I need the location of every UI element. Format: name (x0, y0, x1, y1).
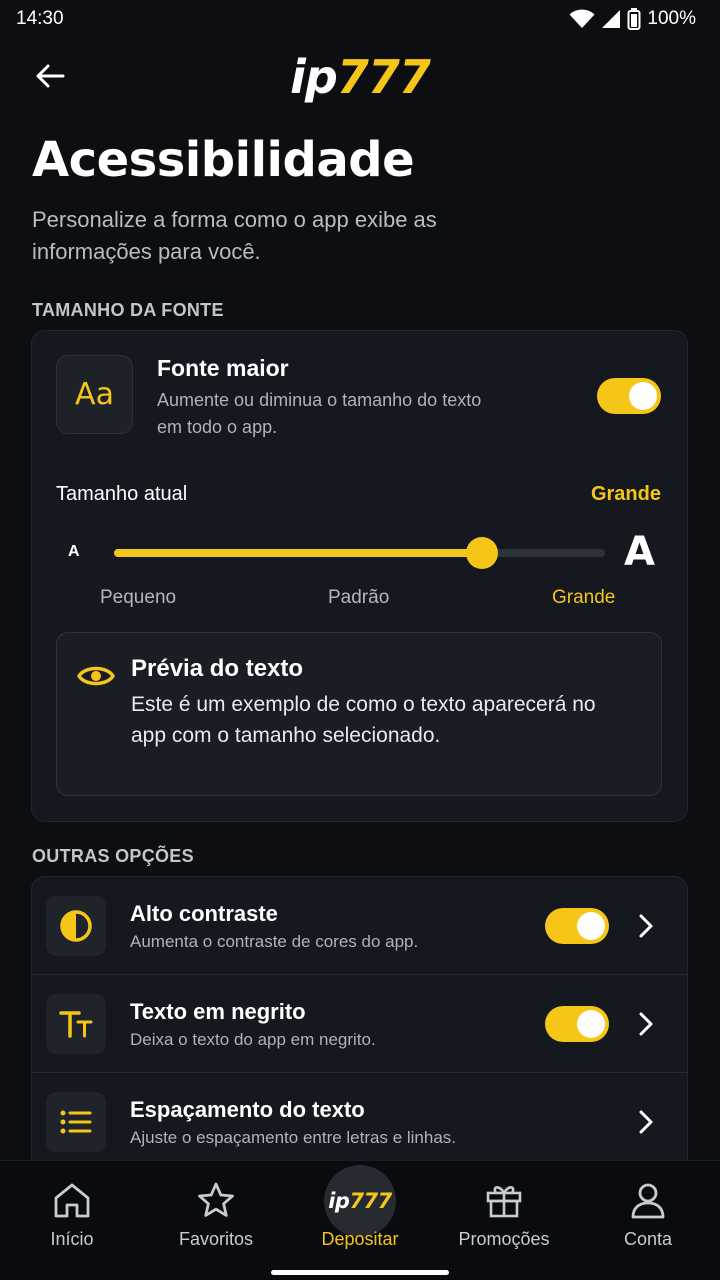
nav-item-promotions[interactable]: Promoções (432, 1161, 576, 1261)
slider-fill (114, 549, 483, 557)
logo-number-text: 777 (336, 50, 431, 104)
contrast-icon (46, 896, 106, 956)
tick-label-large[interactable]: Grande (552, 587, 615, 609)
other-options-card: Alto contraste Aumenta o contraste de co… (31, 876, 688, 1176)
nav-label: Depositar (321, 1229, 399, 1249)
nav-logo-ip: ip (328, 1189, 350, 1213)
tick-label-default[interactable]: Padrão (328, 587, 389, 609)
font-option-title: Fonte maior (157, 355, 289, 381)
slider-min-glyph: A (68, 543, 80, 560)
home-icon (54, 1183, 90, 1218)
font-icon: Aa (56, 355, 133, 434)
preview-text: Este é um exemplo de como o texto aparec… (131, 693, 596, 747)
toggle-knob (577, 912, 605, 940)
status-icons: 100% (569, 8, 696, 30)
option-text-spacing[interactable]: Espaçamento do texto Ajuste o espaçament… (32, 1073, 687, 1171)
ip777-logo-icon: ip 777 (324, 1165, 396, 1237)
toggle-knob (577, 1010, 605, 1038)
page-title: Acessibilidade (32, 132, 415, 188)
list-spacing-icon (46, 1092, 106, 1152)
nav-label: Conta (623, 1229, 673, 1249)
battery-icon (627, 8, 641, 30)
larger-font-toggle[interactable] (597, 378, 661, 414)
option-description: Ajuste o espaçamento entre letras e linh… (130, 1128, 457, 1147)
font-size-card: Aa Fonte maior Aumente ou diminua o tama… (31, 330, 688, 822)
nav-logo-number: 777 (349, 1189, 392, 1213)
toggle-knob (629, 382, 657, 410)
tick-label-small[interactable]: Pequeno (100, 587, 176, 609)
current-size-label: Tamanho atual (56, 483, 188, 505)
home-indicator (271, 1270, 449, 1275)
status-bar: 14:30 100% (0, 0, 720, 38)
option-description: Deixa o texto do app em negrito. (130, 1030, 376, 1049)
text-preview-box: Prévia do texto Este é um exemplo de com… (56, 632, 662, 796)
option-title: Alto contraste (130, 901, 278, 926)
nav-item-deposit[interactable]: ip 777 Depositar (288, 1161, 432, 1261)
brand-logo: ip777 (0, 50, 720, 104)
gift-icon (486, 1186, 522, 1218)
chevron-right-icon (639, 914, 653, 938)
font-option-description: Aumente ou diminua o tamanho do texto em… (157, 390, 482, 437)
wifi-icon (569, 9, 595, 28)
option-description: Aumenta o contraste de cores do app. (130, 932, 419, 951)
option-high-contrast[interactable]: Alto contraste Aumenta o contraste de co… (32, 877, 687, 975)
slider-max-glyph: A (624, 529, 655, 575)
chevron-right-icon (639, 1110, 653, 1134)
eye-icon (77, 666, 115, 686)
nav-label: Favoritos (178, 1229, 254, 1249)
section-label-other-options: OUTRAS OPÇÕES (32, 846, 194, 866)
user-icon (631, 1183, 665, 1219)
battery-percent: 100% (647, 8, 696, 29)
bold-text-toggle[interactable] (545, 1006, 609, 1042)
chevron-right-icon (639, 1012, 653, 1036)
nav-item-favorites[interactable]: Favoritos (144, 1161, 288, 1261)
nav-item-account[interactable]: Conta (576, 1161, 720, 1261)
logo-ip-text: ip (290, 50, 338, 104)
section-label-font-size: TAMANHO DA FONTE (32, 300, 224, 320)
signal-icon (602, 10, 621, 28)
slider-thumb[interactable] (466, 537, 499, 569)
status-time: 14:30 (16, 8, 64, 29)
page-subtitle: Personalize a forma como o app exibe as … (32, 207, 437, 264)
nav-label: Início (50, 1229, 94, 1249)
high-contrast-toggle[interactable] (545, 908, 609, 944)
text-size-icon (46, 994, 106, 1054)
nav-item-home[interactable]: Início (0, 1161, 144, 1261)
option-title: Texto em negrito (130, 999, 306, 1024)
preview-title: Prévia do texto (131, 655, 304, 682)
app-header: ip777 (0, 44, 720, 108)
nav-label: Promoções (458, 1229, 550, 1249)
font-size-slider[interactable] (114, 537, 605, 569)
option-bold-text[interactable]: Texto em negrito Deixa o texto do app em… (32, 975, 687, 1073)
bottom-navigation: Início Favoritos ip 777 Depositar Promoçõ… (0, 1160, 720, 1280)
option-title: Espaçamento do texto (130, 1097, 365, 1122)
star-icon (198, 1182, 234, 1217)
current-size-value: Grande (590, 483, 661, 505)
